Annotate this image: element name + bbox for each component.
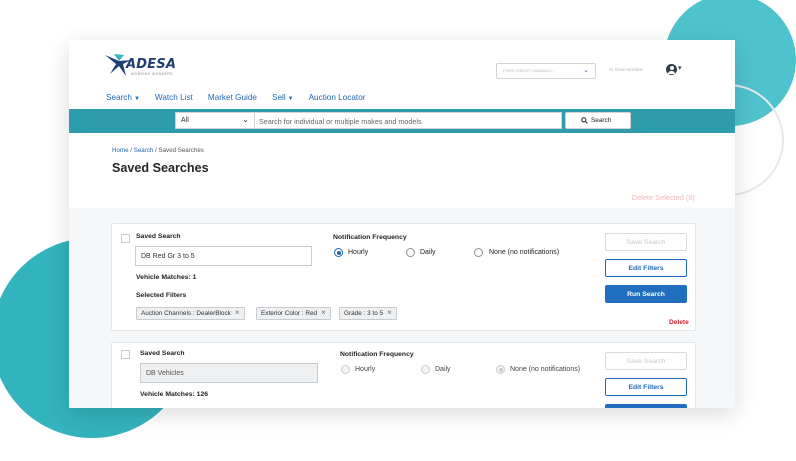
run-search-button[interactable] — [605, 404, 687, 408]
nav-auction-locator[interactable]: Auction Locator — [309, 93, 366, 105]
filter-chip: Auction Channels : DealerBlock × — [136, 307, 245, 320]
radio-daily[interactable] — [406, 248, 415, 257]
saved-search-label: Saved Search — [140, 350, 185, 357]
search-input-placeholder: Search for individual or multiple makes … — [259, 117, 422, 126]
nav-watch-list[interactable]: Watch List — [155, 93, 193, 105]
caret-down-icon: ▼ — [287, 96, 294, 102]
browser-window: ADESA WORKING WONDERS FORD CREDIT CANADA… — [69, 40, 735, 408]
save-search-button[interactable]: Save Search — [605, 233, 687, 251]
radio-daily-label: Daily — [420, 249, 436, 256]
user-greeting: Hi, Dean Mcmillan — [609, 67, 643, 72]
close-icon[interactable]: × — [235, 308, 240, 317]
radio-hourly[interactable] — [341, 365, 350, 374]
close-icon[interactable]: × — [387, 308, 392, 317]
radio-none[interactable] — [474, 248, 483, 257]
saved-search-card: Saved Search DB Vehicles Vehicle Matches… — [111, 342, 696, 408]
radio-daily[interactable] — [421, 365, 430, 374]
breadcrumb-search[interactable]: Search — [134, 147, 154, 154]
nav-sell[interactable]: Sell ▼ — [272, 93, 294, 105]
main-nav: Search ▼ Watch List Market Guide Sell ▼ Au… — [106, 93, 381, 105]
edit-filters-button[interactable]: Edit Filters — [605, 259, 687, 277]
breadcrumb-home[interactable]: Home — [112, 147, 129, 154]
notification-frequency-label: Notification Frequency — [333, 234, 407, 241]
logo-tagline: WORKING WONDERS — [131, 72, 173, 76]
radio-none[interactable] — [496, 365, 505, 374]
select-checkbox[interactable] — [121, 234, 130, 243]
selected-filters-label: Selected Filters — [136, 292, 187, 299]
saved-search-name-input[interactable]: DB Vehicles — [140, 363, 318, 383]
account-select[interactable]: FORD CREDIT CANADA C... ⌄ — [496, 63, 596, 79]
search-icon — [581, 117, 588, 124]
notification-frequency-label: Notification Frequency — [340, 351, 414, 358]
adesa-logo[interactable]: ADESA WORKING WONDERS — [104, 52, 186, 78]
radio-daily-label: Daily — [435, 366, 451, 373]
radio-none-label: None (no notifications) — [510, 366, 581, 373]
nav-search[interactable]: Search ▼ — [106, 93, 140, 105]
breadcrumb-current: Saved Searches — [158, 147, 204, 154]
user-menu-caret-icon[interactable]: ▾ — [678, 64, 682, 72]
saved-search-card: Saved Search DB Red Gr 3 to 5 Vehicle Ma… — [111, 223, 696, 331]
filter-chip: Grade : 3 to 5 × — [339, 307, 397, 320]
saved-search-name-value: DB Red Gr 3 to 5 — [141, 253, 195, 260]
search-button-label: Search — [591, 117, 612, 124]
edit-filters-button[interactable]: Edit Filters — [605, 378, 687, 396]
saved-search-name-input[interactable]: DB Red Gr 3 to 5 — [135, 246, 312, 266]
radio-hourly-label: Hourly — [348, 249, 369, 256]
search-input[interactable]: Search for individual or multiple makes … — [255, 112, 562, 129]
account-select-value: FORD CREDIT CANADA C... — [503, 68, 556, 73]
select-checkbox[interactable] — [121, 350, 130, 359]
delete-selected-button[interactable]: Delete Selected (0) — [632, 193, 695, 202]
radio-none-label: None (no notifications) — [489, 249, 560, 256]
saved-search-name-value: DB Vehicles — [146, 370, 184, 377]
radio-hourly-label: Hourly — [355, 366, 376, 373]
breadcrumb: Home / Search / Saved Searches — [112, 147, 204, 154]
save-search-button[interactable]: Save Search — [605, 352, 687, 370]
chevron-down-icon: ⌄ — [242, 115, 249, 124]
delete-link[interactable]: Delete — [669, 319, 689, 326]
close-icon[interactable]: × — [321, 308, 326, 317]
vehicle-matches: Vehicle Matches: 126 — [140, 391, 209, 398]
filter-chip: Exterior Color : Red × — [256, 307, 331, 320]
category-select-value: All — [181, 117, 189, 124]
radio-hourly[interactable] — [334, 248, 343, 257]
caret-down-icon: ▼ — [133, 96, 140, 102]
chevron-down-icon: ⌄ — [583, 67, 589, 74]
nav-market-guide[interactable]: Market Guide — [208, 93, 257, 105]
saved-search-label: Saved Search — [136, 233, 181, 240]
page-title: Saved Searches — [112, 161, 209, 175]
search-button[interactable]: Search — [565, 112, 631, 129]
logo-wordmark: ADESA — [126, 57, 177, 72]
user-circle-icon[interactable] — [666, 64, 677, 75]
search-bar: All ⌄ Search for individual or multiple … — [69, 109, 735, 133]
run-search-button[interactable]: Run Search — [605, 285, 687, 303]
category-select[interactable]: All ⌄ — [175, 112, 255, 129]
vehicle-matches: Vehicle Matches: 1 — [136, 274, 197, 281]
